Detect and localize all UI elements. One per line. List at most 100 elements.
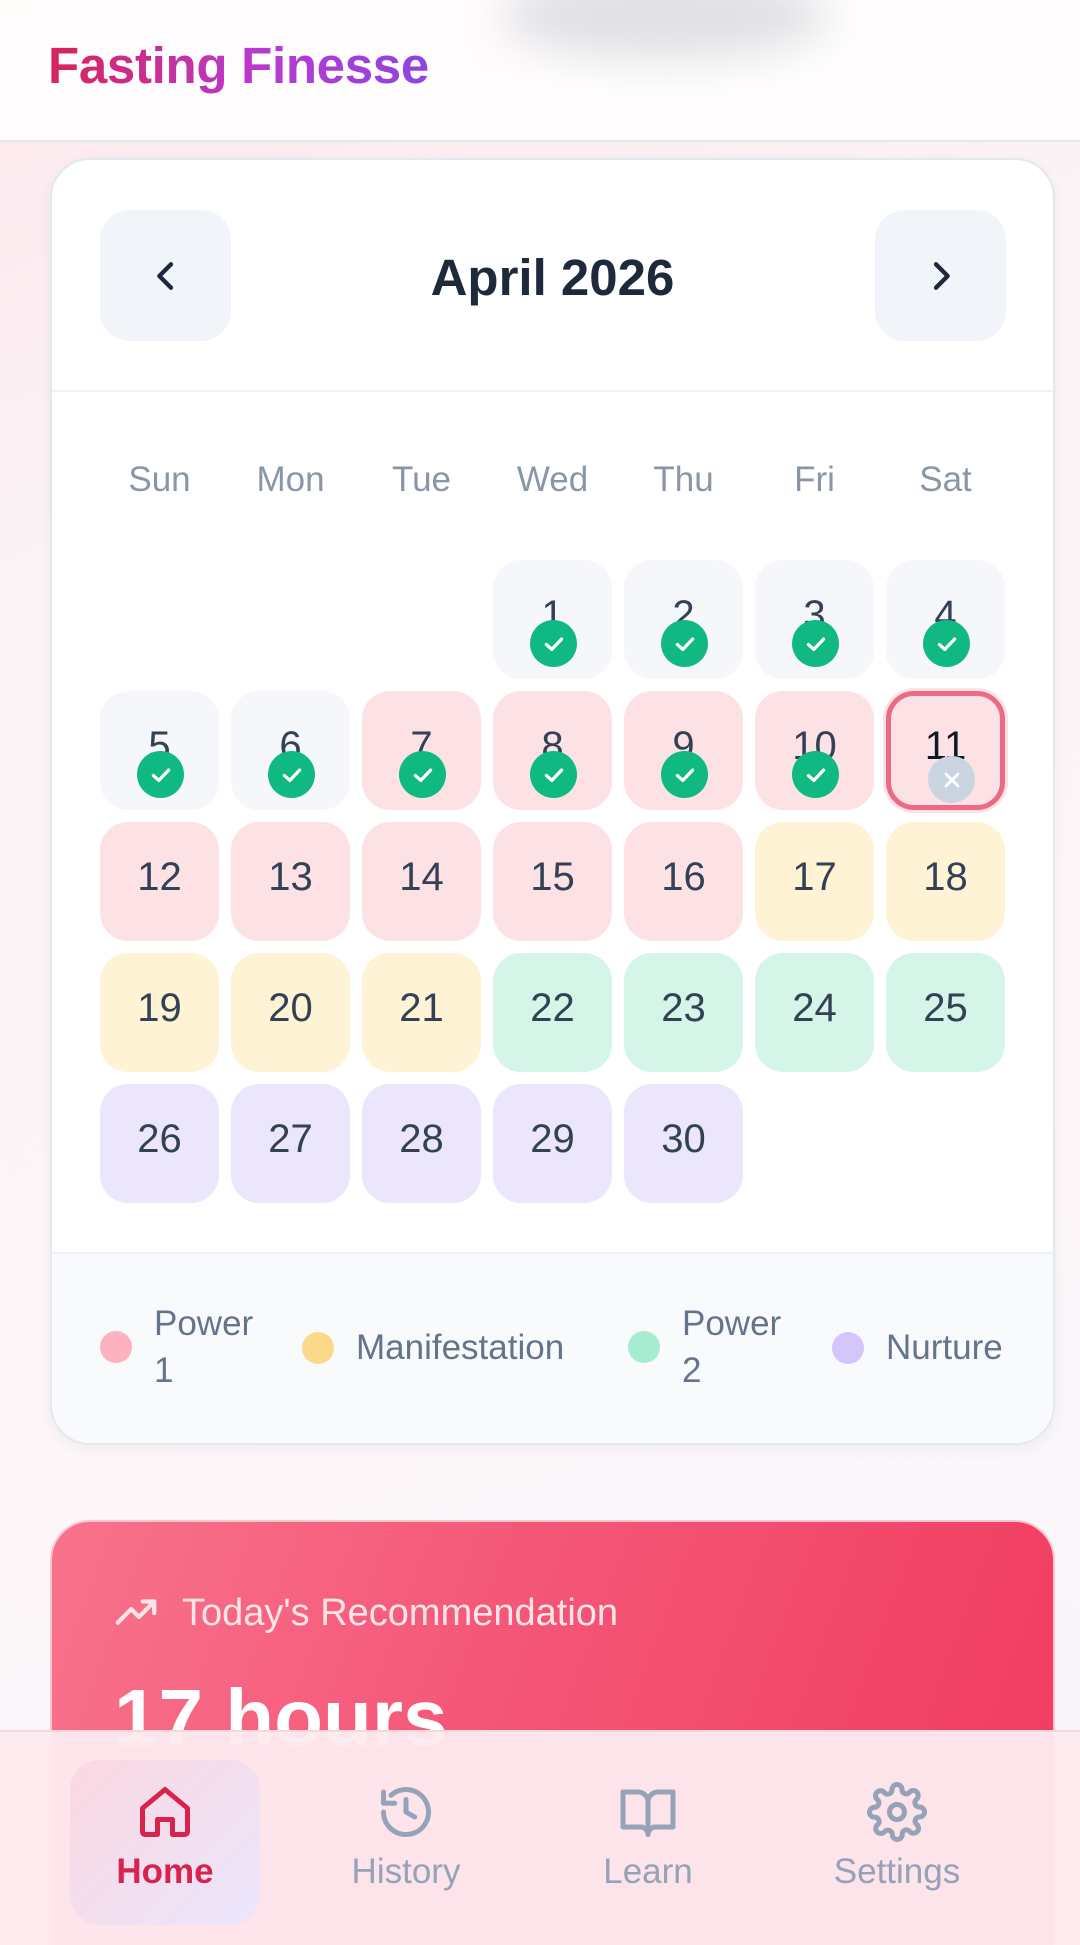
phase-legend: Power 1 Manifestation Power 2 Nurture bbox=[52, 1252, 1053, 1443]
check-icon bbox=[282, 768, 301, 782]
completed-badge bbox=[530, 620, 577, 667]
legend-label-line: Manifestation bbox=[356, 1328, 565, 1367]
check-icon bbox=[413, 768, 432, 782]
calendar-card: April 2026 Sun Mon Tue Wed Thu Fri Sat 1234567… bbox=[50, 158, 1055, 1445]
day-number: 20 bbox=[268, 986, 313, 1030]
calendar-day-14[interactable]: 14 bbox=[362, 822, 481, 941]
weekday-mon: Mon bbox=[256, 460, 325, 499]
legend-label: Manifestation bbox=[356, 1324, 564, 1371]
missed-badge bbox=[928, 756, 975, 803]
completed-badge bbox=[923, 620, 970, 667]
check-icon bbox=[806, 637, 825, 651]
bottom-navigation: Home History Learn Settings bbox=[0, 1730, 1080, 1945]
day-number: 28 bbox=[399, 1117, 444, 1161]
calendar-day-11[interactable]: 11 bbox=[886, 691, 1005, 810]
nav-learn[interactable]: Learn bbox=[553, 1760, 743, 1925]
check-icon bbox=[151, 768, 170, 782]
day-number: 26 bbox=[137, 1117, 182, 1161]
completed-badge bbox=[792, 751, 839, 798]
legend-label-line: Nurture bbox=[886, 1328, 1003, 1367]
calendar-day-7[interactable]: 7 bbox=[362, 691, 481, 810]
legend-label-line: Power bbox=[154, 1304, 254, 1343]
calendar-day-5[interactable]: 5 bbox=[100, 691, 219, 810]
x-icon bbox=[944, 772, 959, 787]
legend-item-manifestation: Manifestation bbox=[302, 1324, 564, 1371]
gear-icon bbox=[867, 1782, 927, 1842]
book-icon bbox=[618, 1782, 678, 1842]
calendar-day-20[interactable]: 20 bbox=[231, 953, 350, 1072]
day-number: 14 bbox=[399, 855, 444, 899]
check-icon bbox=[544, 768, 563, 782]
day-number: 25 bbox=[923, 986, 968, 1030]
next-month-button[interactable] bbox=[875, 210, 1006, 341]
day-number: 19 bbox=[137, 986, 182, 1030]
day-number: 27 bbox=[268, 1117, 313, 1161]
weekday-sun: Sun bbox=[128, 460, 191, 499]
completed-badge bbox=[792, 620, 839, 667]
calendar-day-30[interactable]: 30 bbox=[624, 1084, 743, 1203]
calendar-day-3[interactable]: 3 bbox=[755, 560, 874, 679]
day-number: 30 bbox=[661, 1117, 706, 1161]
calendar-day-27[interactable]: 27 bbox=[231, 1084, 350, 1203]
recommendation-heading: Today's Recommendation bbox=[114, 1590, 618, 1636]
calendar-day-28[interactable]: 28 bbox=[362, 1084, 481, 1203]
legend-label: Nurture bbox=[886, 1324, 1003, 1371]
calendar-day-6[interactable]: 6 bbox=[231, 691, 350, 810]
completed-badge bbox=[661, 620, 708, 667]
calendar-day-16[interactable]: 16 bbox=[624, 822, 743, 941]
calendar-day-17[interactable]: 17 bbox=[755, 822, 874, 941]
weekday-tue: Tue bbox=[391, 460, 451, 499]
weekday-thu: Thu bbox=[653, 460, 714, 499]
legend-label: Power 2 bbox=[682, 1300, 781, 1394]
chevron-right-icon bbox=[933, 261, 950, 290]
nav-label: Learn bbox=[603, 1852, 693, 1891]
app-title: Fasting Finesse bbox=[48, 37, 429, 94]
check-icon bbox=[544, 637, 563, 651]
nav-home[interactable]: Home bbox=[70, 1760, 260, 1925]
calendar-day-22[interactable]: 22 bbox=[493, 953, 612, 1072]
legend-color-dot bbox=[100, 1331, 132, 1363]
history-icon bbox=[376, 1782, 436, 1842]
calendar-day-12[interactable]: 12 bbox=[100, 822, 219, 941]
calendar-day-9[interactable]: 9 bbox=[624, 691, 743, 810]
app-header: Fasting Finesse bbox=[0, 0, 1080, 142]
day-number: 16 bbox=[661, 855, 706, 899]
calendar-day-10[interactable]: 10 bbox=[755, 691, 874, 810]
calendar-day-25[interactable]: 25 bbox=[886, 953, 1005, 1072]
legend-item-nurture: Nurture bbox=[832, 1324, 1003, 1371]
calendar-day-4[interactable]: 4 bbox=[886, 560, 1005, 679]
day-number: 15 bbox=[530, 855, 575, 899]
day-number: 13 bbox=[268, 855, 313, 899]
calendar-day-2[interactable]: 2 bbox=[624, 560, 743, 679]
calendar-day-23[interactable]: 23 bbox=[624, 953, 743, 1072]
calendar-day-24[interactable]: 24 bbox=[755, 953, 874, 1072]
weekday-sat: Sat bbox=[919, 460, 972, 499]
completed-badge bbox=[530, 751, 577, 798]
calendar-day-1[interactable]: 1 bbox=[493, 560, 612, 679]
check-icon bbox=[937, 637, 956, 651]
nav-label: History bbox=[351, 1852, 461, 1891]
calendar-day-29[interactable]: 29 bbox=[493, 1084, 612, 1203]
calendar-day-15[interactable]: 15 bbox=[493, 822, 612, 941]
calendar-day-13[interactable]: 13 bbox=[231, 822, 350, 941]
nav-label: Settings bbox=[833, 1852, 961, 1891]
legend-label-line: 1 bbox=[154, 1351, 174, 1390]
weekday-header-row: Sun Mon Tue Wed Thu Fri Sat bbox=[52, 460, 1053, 520]
day-number: 22 bbox=[530, 986, 575, 1030]
recommendation-label: Today's Recommendation bbox=[182, 1591, 619, 1634]
nav-settings[interactable]: Settings bbox=[802, 1760, 992, 1925]
day-number: 29 bbox=[530, 1117, 575, 1161]
calendar-day-21[interactable]: 21 bbox=[362, 953, 481, 1072]
legend-color-dot bbox=[302, 1331, 334, 1364]
legend-label: Power 1 bbox=[154, 1300, 253, 1394]
calendar-day-26[interactable]: 26 bbox=[100, 1084, 219, 1203]
calendar-day-8[interactable]: 8 bbox=[493, 691, 612, 810]
check-icon bbox=[806, 768, 825, 782]
nav-history[interactable]: History bbox=[311, 1760, 501, 1925]
calendar-day-19[interactable]: 19 bbox=[100, 953, 219, 1072]
nav-label: Home bbox=[116, 1852, 214, 1891]
day-number: 17 bbox=[792, 855, 837, 899]
completed-badge bbox=[137, 751, 184, 798]
calendar-day-18[interactable]: 18 bbox=[886, 822, 1005, 941]
legend-label-line: Power bbox=[682, 1304, 782, 1343]
